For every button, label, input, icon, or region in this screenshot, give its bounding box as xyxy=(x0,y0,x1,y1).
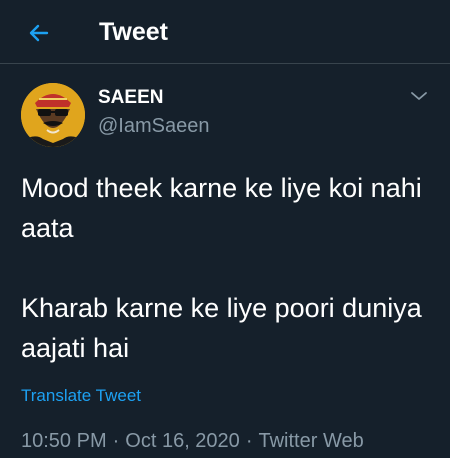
chevron-down-icon xyxy=(411,92,427,100)
tweet-time[interactable]: 10:50 PM xyxy=(21,430,107,452)
tweet-source[interactable]: Twitter Web xyxy=(258,430,363,452)
author-handle[interactable]: @IamSaeen xyxy=(98,113,209,139)
page-title: Tweet xyxy=(99,18,168,46)
top-bar: Tweet xyxy=(0,0,450,64)
tweet-paragraph: Mood theek karne ke liye koi nahi aata xyxy=(21,173,422,243)
arrow-left-icon xyxy=(29,24,49,42)
translate-tweet-link[interactable]: Translate Tweet xyxy=(21,385,141,407)
tweet-text: Mood theek karne ke liye koi nahi aata K… xyxy=(21,168,441,368)
separator: · xyxy=(245,430,253,452)
author-name[interactable]: SAEEN xyxy=(98,86,163,110)
avatar-image xyxy=(21,83,85,147)
tweet-paragraph: Kharab karne ke liye poori duniya aajati… xyxy=(21,293,422,363)
avatar[interactable] xyxy=(21,83,85,147)
tweet-metadata: 10:50 PM · Oct 16, 2020 · Twitter Web xyxy=(21,428,364,454)
more-options-button[interactable] xyxy=(404,84,434,108)
separator: · xyxy=(112,430,120,452)
tweet-date[interactable]: Oct 16, 2020 xyxy=(125,430,240,452)
back-button[interactable] xyxy=(22,16,56,50)
